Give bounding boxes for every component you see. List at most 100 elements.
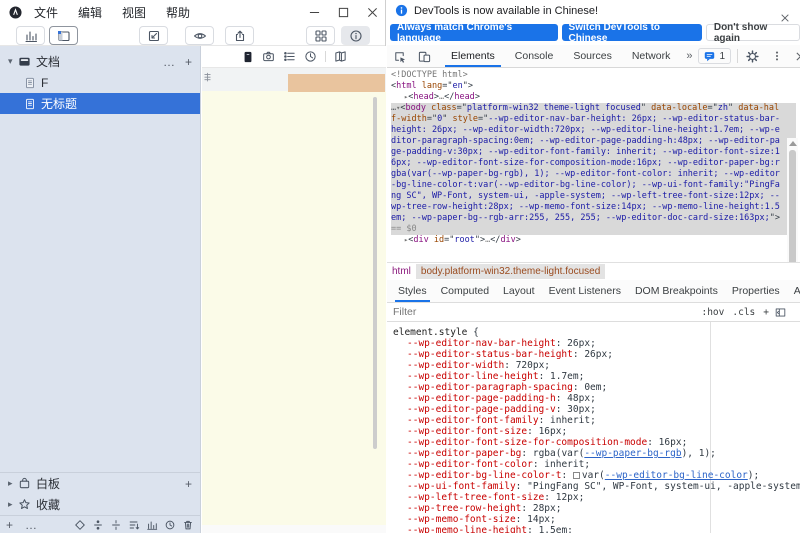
- sort-icon[interactable]: [128, 519, 140, 531]
- share-button[interactable]: [225, 26, 254, 45]
- body-element-line-selected[interactable]: …▾<body class="platform-win32 theme-ligh…: [391, 103, 796, 235]
- window-controls: [308, 0, 379, 25]
- elements-scrollbar[interactable]: [787, 138, 798, 262]
- notes-app-window: 文件编辑视图帮助: [0, 0, 386, 533]
- root-div-element-line[interactable]: ▸<div id="root">…</div>: [391, 235, 784, 246]
- html-element-line[interactable]: <html lang="en">: [391, 81, 784, 92]
- diamond-icon[interactable]: [74, 519, 86, 531]
- star-icon: [18, 498, 31, 511]
- history-icon[interactable]: [304, 50, 317, 63]
- breadcrumb-item[interactable]: html: [387, 264, 416, 279]
- devtools-tab[interactable]: Sources: [563, 45, 622, 67]
- more-icon[interactable]: …: [25, 518, 37, 532]
- document-icon: [24, 98, 36, 110]
- list-icon[interactable]: [283, 50, 296, 63]
- divide-top-icon[interactable]: [92, 519, 104, 531]
- camera-icon[interactable]: [262, 50, 275, 63]
- divide-bottom-icon[interactable]: [110, 519, 122, 531]
- issues-count: 1: [719, 51, 725, 62]
- style-toggle[interactable]: .cls: [732, 307, 755, 318]
- editor-paper[interactable]: [202, 91, 386, 525]
- add-icon[interactable]: +: [6, 518, 13, 532]
- chevron-right-icon[interactable]: ▸: [8, 500, 16, 509]
- settings-gear-icon[interactable]: [740, 45, 765, 67]
- trash-icon[interactable]: [182, 519, 194, 531]
- menu-item[interactable]: 视图: [120, 2, 148, 23]
- add-icon[interactable]: +: [185, 477, 192, 491]
- doc-item-untitled-selected[interactable]: 无标题: [0, 93, 200, 114]
- css-property[interactable]: --wp-editor-page-padding-h: 48px;: [387, 393, 800, 404]
- menu-item[interactable]: 帮助: [164, 2, 192, 23]
- inspect-element-icon[interactable]: [387, 45, 412, 67]
- devtools-tab[interactable]: Elements: [441, 45, 505, 67]
- chevron-right-icon[interactable]: ▸: [8, 479, 16, 488]
- kebab-menu-icon[interactable]: [765, 45, 789, 67]
- issues-badge[interactable]: 1: [698, 48, 731, 64]
- styles-sidebar-tab[interactable]: Properties: [725, 280, 787, 302]
- add-icon[interactable]: +: [185, 55, 192, 69]
- stats-icon[interactable]: [146, 519, 158, 531]
- sidebar-section-favorites[interactable]: ▸ 收藏: [0, 494, 200, 515]
- menu-item[interactable]: 编辑: [76, 2, 104, 23]
- css-property[interactable]: --wp-editor-font-family: inherit;: [387, 415, 800, 426]
- css-property[interactable]: --wp-left-tree-font-size: 12px;: [387, 492, 800, 503]
- css-property[interactable]: --wp-ui-font-family: "PingFang SC", WP-F…: [387, 481, 800, 492]
- style-toggle[interactable]: +: [763, 307, 769, 318]
- devtools-tab[interactable]: Network: [622, 45, 681, 67]
- css-property[interactable]: --wp-memo-line-height: 1.5em;: [387, 525, 800, 533]
- card-view-icon[interactable]: [242, 50, 254, 64]
- editor-scrollbar[interactable]: [373, 97, 377, 449]
- more-icon[interactable]: …: [163, 55, 175, 69]
- switch-chinese-button[interactable]: Switch DevTools to Chinese: [562, 24, 702, 41]
- minimize-button[interactable]: [308, 6, 321, 19]
- info-button[interactable]: [341, 26, 370, 45]
- style-toggle[interactable]: :hov: [701, 307, 724, 318]
- layout-pane-toggle-icon[interactable]: [775, 307, 786, 318]
- head-element-line[interactable]: ▸<head>…</head>: [391, 92, 784, 103]
- sidebar-section-documents[interactable]: ▾ 文档 … +: [0, 51, 200, 72]
- paragraph-handle-icon[interactable]: [203, 72, 212, 84]
- css-property[interactable]: --wp-editor-font-size: 16px;: [387, 426, 800, 437]
- eye-button[interactable]: [185, 26, 214, 45]
- doc-item-f[interactable]: F: [0, 72, 200, 93]
- css-property[interactable]: --wp-editor-font-size-for-composition-mo…: [387, 437, 800, 448]
- close-window-button[interactable]: [366, 6, 379, 19]
- styles-sidebar-tab[interactable]: Styles: [391, 280, 434, 302]
- sidebar-layout-button[interactable]: [49, 26, 78, 45]
- doctype-line[interactable]: <!DOCTYPE html>: [391, 70, 784, 81]
- fit-screen-button[interactable]: [139, 26, 168, 45]
- css-property[interactable]: --wp-editor-paragraph-spacing: 0em;: [387, 382, 800, 393]
- devtools-tab[interactable]: Console: [505, 45, 564, 67]
- css-property[interactable]: --wp-editor-status-bar-height: 26px;: [387, 349, 800, 360]
- styles-sidebar-tab[interactable]: Layout: [496, 280, 542, 302]
- breadcrumb-item[interactable]: body.platform-win32.theme-light.focused: [416, 264, 605, 279]
- stats-button[interactable]: [16, 26, 45, 45]
- css-property[interactable]: --wp-editor-paper-bg: rgba(var(--wp-pape…: [387, 448, 800, 459]
- styles-sidebar-tab[interactable]: Accessibility: [787, 280, 800, 302]
- dont-show-again-button[interactable]: Don't show again: [706, 24, 800, 41]
- map-icon[interactable]: [334, 50, 347, 63]
- close-devtools-icon[interactable]: [789, 45, 800, 67]
- chevron-down-icon[interactable]: ▾: [8, 57, 16, 66]
- css-property[interactable]: --wp-editor-font-color: inherit;: [387, 459, 800, 470]
- styles-sidebar-tab[interactable]: DOM Breakpoints: [628, 280, 725, 302]
- menu-item[interactable]: 文件: [32, 2, 60, 23]
- css-property[interactable]: --wp-memo-font-size: 14px;: [387, 514, 800, 525]
- css-property[interactable]: --wp-editor-line-height: 1.7em;: [387, 371, 800, 382]
- css-property[interactable]: --wp-tree-row-height: 28px;: [387, 503, 800, 514]
- styles-sidebar-tab[interactable]: Computed: [434, 280, 496, 302]
- css-property[interactable]: --wp-editor-width: 720px;: [387, 360, 800, 371]
- styles-sidebar-tab[interactable]: Event Listeners: [542, 280, 628, 302]
- css-property[interactable]: --wp-editor-bg-line-color-t: var(--wp-ed…: [387, 470, 800, 481]
- grid-view-button[interactable]: [306, 26, 335, 45]
- css-property[interactable]: --wp-editor-nav-bar-height: 26px;: [387, 338, 800, 349]
- element-style-selector[interactable]: element.style {: [387, 327, 800, 338]
- more-tabs-icon[interactable]: »: [680, 50, 698, 62]
- match-language-button[interactable]: Always match Chrome's language: [390, 24, 558, 41]
- device-toolbar-icon[interactable]: [412, 45, 437, 67]
- history-icon[interactable]: [164, 519, 176, 531]
- css-property[interactable]: --wp-editor-page-padding-v: 30px;: [387, 404, 800, 415]
- styles-filter-input[interactable]: [393, 306, 701, 318]
- maximize-button[interactable]: [337, 6, 350, 19]
- sidebar-section-whiteboard[interactable]: ▸ 白板 +: [0, 473, 200, 494]
